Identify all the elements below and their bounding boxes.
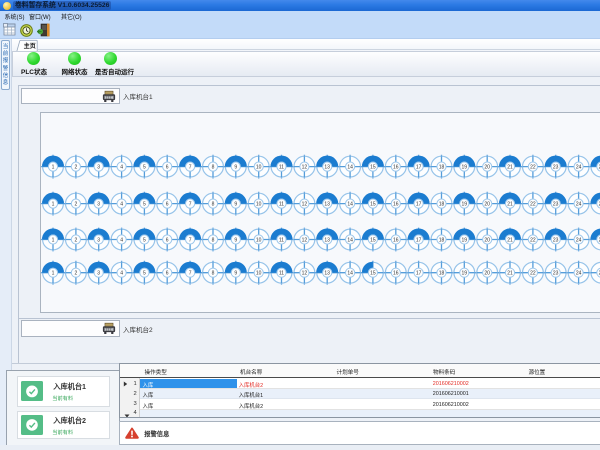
svg-text:23: 23 (553, 202, 559, 208)
svg-text:4: 4 (120, 237, 123, 243)
svg-text:4: 4 (120, 165, 123, 171)
svg-text:20: 20 (484, 202, 490, 208)
svg-text:18: 18 (439, 202, 445, 208)
svg-text:1: 1 (52, 202, 55, 208)
svg-text:7: 7 (189, 271, 192, 277)
svg-text:4: 4 (120, 202, 123, 208)
svg-text:6: 6 (166, 202, 169, 208)
svg-text:7: 7 (189, 202, 192, 208)
svg-text:3: 3 (97, 165, 100, 171)
svg-text:24: 24 (576, 202, 582, 208)
svg-text:21: 21 (507, 202, 513, 208)
svg-text:10: 10 (256, 202, 262, 208)
svg-text:5: 5 (143, 165, 146, 171)
svg-text:23: 23 (553, 271, 559, 277)
svg-text:15: 15 (370, 237, 376, 243)
svg-text:18: 18 (439, 237, 445, 243)
svg-text:23: 23 (553, 237, 559, 243)
svg-text:5: 5 (143, 237, 146, 243)
svg-text:13: 13 (324, 202, 330, 208)
svg-text:2: 2 (75, 237, 78, 243)
svg-text:19: 19 (462, 271, 468, 277)
svg-text:9: 9 (234, 237, 237, 243)
svg-text:18: 18 (439, 271, 445, 277)
svg-text:22: 22 (530, 271, 536, 277)
svg-text:24: 24 (576, 237, 582, 243)
svg-text:2: 2 (75, 271, 78, 277)
svg-text:11: 11 (279, 165, 284, 171)
svg-text:18: 18 (439, 165, 445, 171)
svg-text:24: 24 (576, 271, 582, 277)
svg-text:10: 10 (256, 271, 262, 277)
svg-text:13: 13 (324, 165, 330, 171)
svg-text:14: 14 (347, 271, 353, 277)
svg-text:22: 22 (530, 165, 536, 171)
svg-text:19: 19 (462, 165, 468, 171)
svg-text:20: 20 (484, 271, 490, 277)
svg-text:6: 6 (166, 165, 169, 171)
svg-text:3: 3 (97, 202, 100, 208)
svg-text:17: 17 (416, 271, 422, 277)
svg-text:8: 8 (212, 271, 215, 277)
svg-text:11: 11 (279, 237, 284, 243)
svg-text:11: 11 (279, 202, 284, 208)
svg-text:2: 2 (75, 165, 78, 171)
svg-text:4: 4 (120, 271, 123, 277)
svg-text:14: 14 (347, 165, 353, 171)
svg-text:21: 21 (507, 271, 513, 277)
svg-text:15: 15 (370, 165, 376, 171)
svg-text:13: 13 (324, 271, 330, 277)
svg-text:17: 17 (416, 202, 422, 208)
svg-text:15: 15 (370, 271, 376, 277)
svg-text:20: 20 (484, 165, 490, 171)
svg-text:16: 16 (393, 202, 399, 208)
svg-text:8: 8 (212, 165, 215, 171)
svg-text:1: 1 (52, 165, 55, 171)
svg-text:19: 19 (462, 202, 468, 208)
svg-text:6: 6 (166, 237, 169, 243)
svg-text:1: 1 (52, 237, 55, 243)
svg-text:8: 8 (212, 202, 215, 208)
svg-text:17: 17 (416, 237, 422, 243)
svg-text:5: 5 (143, 271, 146, 277)
svg-text:20: 20 (484, 237, 490, 243)
svg-text:12: 12 (302, 271, 308, 277)
svg-text:15: 15 (370, 202, 376, 208)
svg-text:21: 21 (507, 165, 513, 171)
svg-text:10: 10 (256, 237, 262, 243)
svg-text:6: 6 (166, 271, 169, 277)
svg-text:5: 5 (143, 202, 146, 208)
svg-text:12: 12 (302, 202, 308, 208)
svg-text:17: 17 (416, 165, 422, 171)
svg-text:12: 12 (302, 237, 308, 243)
svg-text:11: 11 (279, 271, 284, 277)
svg-text:16: 16 (393, 165, 399, 171)
svg-text:9: 9 (234, 202, 237, 208)
svg-text:13: 13 (324, 237, 330, 243)
svg-text:23: 23 (553, 165, 559, 171)
svg-text:2: 2 (75, 202, 78, 208)
svg-text:9: 9 (234, 271, 237, 277)
svg-text:22: 22 (530, 202, 536, 208)
svg-text:7: 7 (189, 237, 192, 243)
svg-text:22: 22 (530, 237, 536, 243)
svg-text:14: 14 (347, 202, 353, 208)
svg-text:16: 16 (393, 237, 399, 243)
svg-text:16: 16 (393, 271, 399, 277)
svg-text:12: 12 (302, 165, 308, 171)
svg-text:21: 21 (507, 237, 513, 243)
svg-text:3: 3 (97, 237, 100, 243)
svg-text:10: 10 (256, 165, 262, 171)
svg-text:1: 1 (52, 271, 55, 277)
svg-text:3: 3 (97, 271, 100, 277)
svg-text:9: 9 (234, 165, 237, 171)
svg-text:8: 8 (212, 237, 215, 243)
svg-text:24: 24 (576, 165, 582, 171)
svg-text:19: 19 (462, 237, 468, 243)
svg-text:14: 14 (347, 237, 353, 243)
svg-text:7: 7 (189, 165, 192, 171)
